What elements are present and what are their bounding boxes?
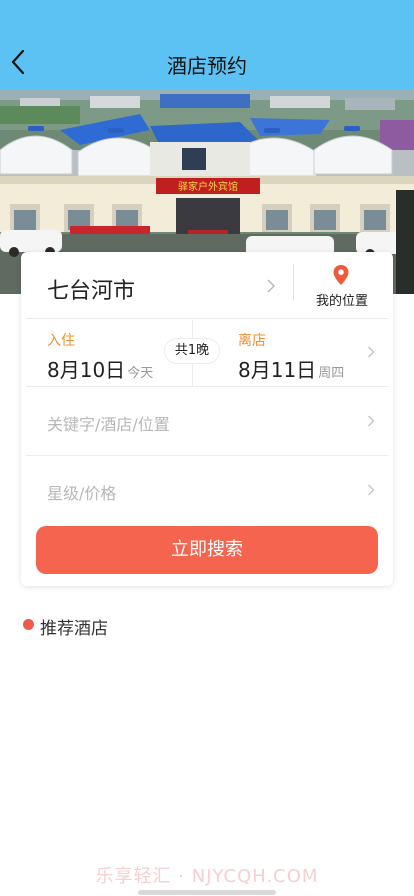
chevron-right-icon xyxy=(267,279,275,293)
checkout-weekday: 周四 xyxy=(318,366,345,381)
city-name[interactable]: 七台河市 xyxy=(47,273,135,305)
checkout-label: 离店 xyxy=(238,333,266,349)
chevron-right-icon xyxy=(368,484,375,496)
location-pin-icon xyxy=(333,265,349,285)
my-location-button[interactable]: 我的位置 xyxy=(307,262,377,309)
checkin-block[interactable]: 入住 8月10日 今天 xyxy=(47,318,177,388)
keyword-field[interactable]: 关键字/酒店/位置 xyxy=(21,387,393,455)
hotel-search-card: 七台河市 我的位置 入住 8月10日 今天 离店 8月11日 周四 共1晚 关键… xyxy=(21,252,393,586)
checkin-weekday: 今天 xyxy=(127,366,154,381)
nav-bar: 酒店预约 xyxy=(0,0,414,90)
my-location-label: 我的位置 xyxy=(315,294,368,309)
checkin-label: 入住 xyxy=(47,333,75,349)
star-price-placeholder: 星级/价格 xyxy=(47,484,117,503)
bullet-dot-icon xyxy=(23,619,34,630)
divider xyxy=(293,264,294,300)
page-title: 酒店预约 xyxy=(167,54,247,78)
chevron-right-icon xyxy=(368,346,375,358)
home-indicator[interactable] xyxy=(138,890,276,895)
chevron-right-icon xyxy=(368,415,375,427)
nights-badge: 共1晚 xyxy=(164,338,220,364)
checkin-date: 8月10日 xyxy=(47,358,126,382)
keyword-placeholder: 关键字/酒店/位置 xyxy=(47,415,170,434)
checkout-block[interactable]: 离店 8月11日 周四 xyxy=(238,318,368,388)
recommended-title: 推荐酒店 xyxy=(40,619,108,639)
checkout-date: 8月11日 xyxy=(238,358,317,382)
watermark: 乐享轻汇 · NJYCQH.COM xyxy=(95,866,319,887)
city-row[interactable]: 七台河市 我的位置 xyxy=(21,252,393,318)
hotel-sign-text: 驿家户外宾馆 xyxy=(178,180,238,193)
star-price-field[interactable]: 星级/价格 xyxy=(21,456,393,524)
search-button[interactable]: 立即搜索 xyxy=(36,526,378,574)
